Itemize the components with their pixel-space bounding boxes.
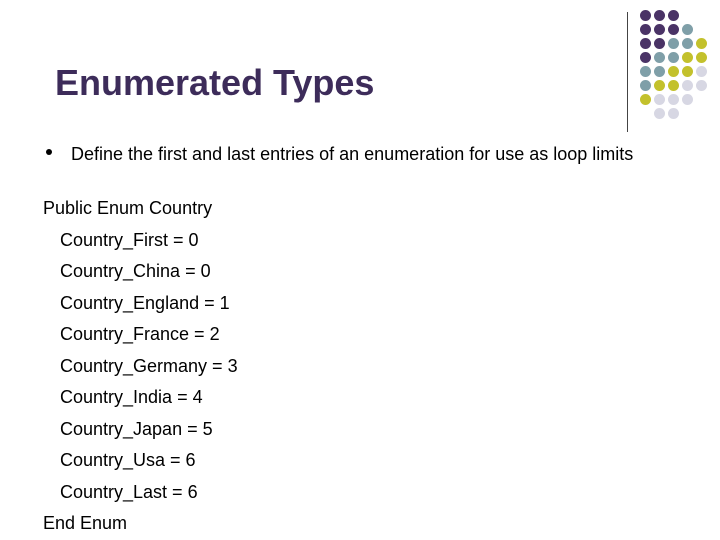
dot [696,52,707,63]
enum-end-line: End Enum [43,513,128,533]
bullet-marker [46,149,52,155]
dot [654,52,665,63]
slide-title: Enumerated Types [55,62,375,103]
dot [640,80,651,91]
dot [682,66,693,77]
dot [654,108,665,119]
enum-entry: Country_China = 0 [60,261,211,281]
dot [640,10,651,21]
dot [654,38,665,49]
title-divider [627,12,628,132]
dot [682,94,693,105]
enum-entry: Country_Last = 6 [60,482,198,502]
dot [654,94,665,105]
dot [668,52,679,63]
dot [668,24,679,35]
dot [682,52,693,63]
dot [696,38,707,49]
dot [696,80,707,91]
dot [682,38,693,49]
dot [682,24,693,35]
dot [640,94,651,105]
enum-entry: Country_England = 1 [60,293,230,313]
dot [668,66,679,77]
enum-entry: Country_Japan = 5 [60,419,213,439]
dot [668,108,679,119]
decorative-dot-grid [640,10,720,120]
dot [640,24,651,35]
enum-entry: Country_France = 2 [60,324,220,344]
dot [654,10,665,21]
dot [654,66,665,77]
dot [682,80,693,91]
bullet-text: Define the first and last entries of an … [71,144,634,164]
enum-entry: Country_Germany = 3 [60,356,238,376]
dot [654,24,665,35]
dot [640,52,651,63]
dot [668,38,679,49]
enum-entry: Country_First = 0 [60,230,199,250]
enum-entry: Country_Usa = 6 [60,450,196,470]
dot [640,66,651,77]
dot [640,38,651,49]
dot [668,94,679,105]
dot [696,66,707,77]
enum-declaration-line: Public Enum Country [43,198,213,218]
dot [668,10,679,21]
dot [668,80,679,91]
dot [654,80,665,91]
enum-entry: Country_India = 4 [60,387,203,407]
